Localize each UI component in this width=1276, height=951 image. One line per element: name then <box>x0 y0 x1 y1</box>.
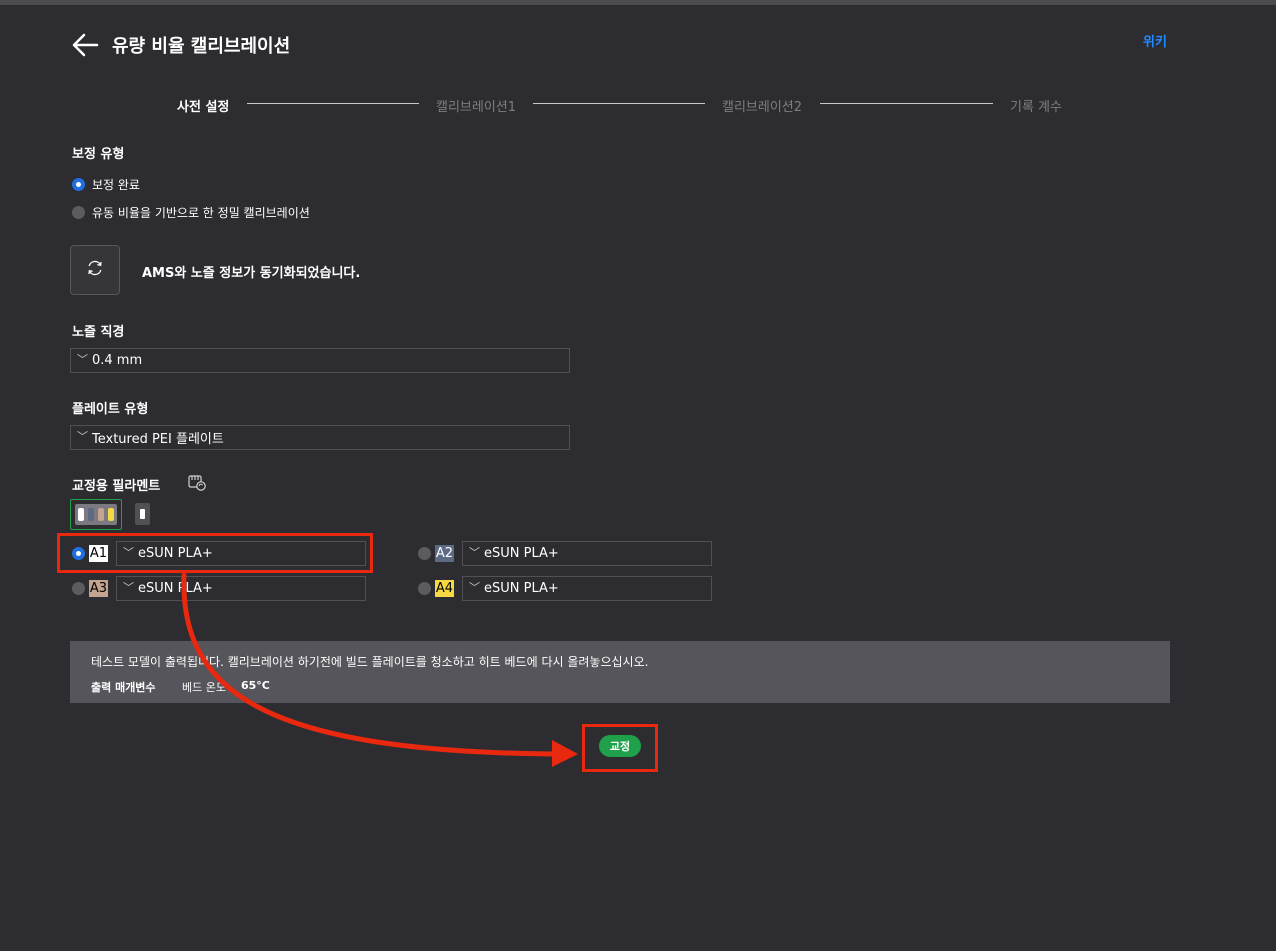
bed-temp-label: 베드 온도 <box>182 681 226 694</box>
filament-slot-a1[interactable]: A1 ﹀ eSUN PLA+ <box>72 541 366 566</box>
page-title: 유량 비율 캘리브레이션 <box>112 36 291 57</box>
wiki-link[interactable]: 위키 <box>1143 31 1167 50</box>
option-label: 보정 완료 <box>92 178 140 192</box>
step-calibration-1: 캘리브레이션1 <box>436 100 517 115</box>
chevron-down-icon: ﹀ <box>77 429 88 443</box>
radio-unselected[interactable] <box>72 206 85 219</box>
filament-select-a2[interactable]: ﹀ eSUN PLA+ <box>462 541 712 566</box>
calibration-type-option-complete[interactable]: 보정 완료 <box>72 176 140 193</box>
filament-slot-a3[interactable]: A3 ﹀ eSUN PLA+ <box>72 576 366 601</box>
slot-badge-a2: A2 <box>435 545 454 562</box>
filament-select-a3[interactable]: ﹀ eSUN PLA+ <box>116 576 366 601</box>
chevron-down-icon: ﹀ <box>123 545 134 559</box>
filament-value: eSUN PLA+ <box>138 546 213 561</box>
filament-settings-icon[interactable] <box>187 474 207 492</box>
print-params-label: 출력 매개변수 <box>91 681 156 694</box>
chevron-down-icon: ﹀ <box>123 580 134 594</box>
plate-type-select[interactable]: ﹀ Textured PEI 플레이트 <box>70 425 570 450</box>
calibration-type-label: 보정 유형 <box>72 147 125 162</box>
back-arrow-icon[interactable] <box>70 32 100 58</box>
chevron-down-icon: ﹀ <box>469 580 480 594</box>
radio-unselected[interactable] <box>418 582 431 595</box>
calibration-type-option-precise[interactable]: 유동 비율을 기반으로 한 정밀 캘리브레이션 <box>72 204 310 221</box>
filament-slot-a2[interactable]: A2 ﹀ eSUN PLA+ <box>418 541 712 566</box>
step-record-factor: 기록 계수 <box>1010 100 1062 115</box>
filament-select-a4[interactable]: ﹀ eSUN PLA+ <box>462 576 712 601</box>
step-divider <box>247 103 419 104</box>
radio-unselected[interactable] <box>418 547 431 560</box>
calibrate-button[interactable]: 교정 <box>599 735 641 757</box>
filament-value: eSUN PLA+ <box>484 546 559 561</box>
radio-selected[interactable] <box>72 178 85 191</box>
notice-banner: 테스트 모델이 출력됩니다. 캘리브레이션 하기전에 빌드 플레이트를 청소하고… <box>70 641 1170 703</box>
slot-badge-a3: A3 <box>89 580 108 597</box>
sync-status-text: AMS와 노즐 정보가 동기화되었습니다. <box>142 266 361 281</box>
step-divider <box>533 103 705 104</box>
filament-value: eSUN PLA+ <box>138 581 213 596</box>
step-calibration-2: 캘리브레이션2 <box>722 100 803 115</box>
slot-badge-a4: A4 <box>435 580 454 597</box>
ams-unit-preview <box>75 504 117 525</box>
radio-unselected[interactable] <box>72 582 85 595</box>
option-label: 유동 비율을 기반으로 한 정밀 캘리브레이션 <box>92 206 310 220</box>
refresh-icon <box>86 259 104 281</box>
chevron-down-icon: ﹀ <box>469 545 480 559</box>
chevron-down-icon: ﹀ <box>77 352 88 366</box>
plate-type-value: Textured PEI 플레이트 <box>92 432 224 447</box>
ams-unit-tab[interactable] <box>70 499 122 530</box>
radio-selected[interactable] <box>72 547 85 560</box>
filament-value: eSUN PLA+ <box>484 581 559 596</box>
step-divider <box>820 103 993 104</box>
nozzle-diameter-value: 0.4 mm <box>92 353 143 368</box>
nozzle-diameter-label: 노즐 직경 <box>72 325 125 340</box>
slot-badge-a1: A1 <box>89 545 108 562</box>
sync-ams-button[interactable] <box>70 245 120 295</box>
plate-type-label: 플레이트 유형 <box>72 402 149 417</box>
bed-temp-value: 65°C <box>241 679 270 692</box>
external-spool-tab[interactable] <box>135 503 150 525</box>
filament-slot-a4[interactable]: A4 ﹀ eSUN PLA+ <box>418 576 712 601</box>
filament-select-a1[interactable]: ﹀ eSUN PLA+ <box>116 541 366 566</box>
calibration-filament-label: 교정용 필라멘트 <box>72 479 161 494</box>
nozzle-diameter-select[interactable]: ﹀ 0.4 mm <box>70 348 570 373</box>
step-presets: 사전 설정 <box>177 100 230 115</box>
notice-message: 테스트 모델이 출력됩니다. 캘리브레이션 하기전에 빌드 플레이트를 청소하고… <box>91 655 649 669</box>
window-top-bar <box>0 0 1276 5</box>
